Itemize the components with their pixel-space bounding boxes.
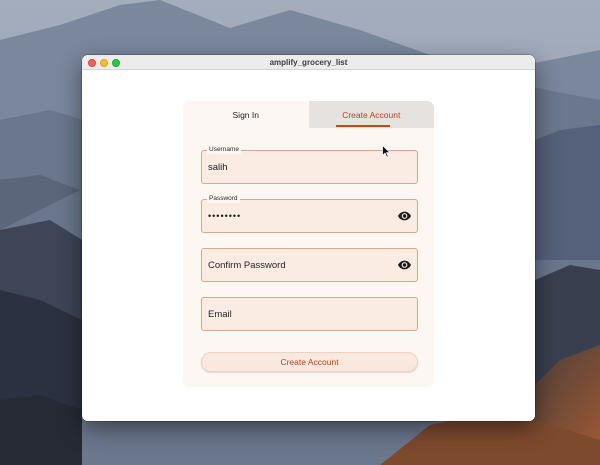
authenticator-card: Sign In Create Account Username salih Pa…	[183, 101, 434, 387]
eye-icon[interactable]	[398, 259, 411, 272]
app-content: Sign In Create Account Username salih Pa…	[82, 70, 535, 421]
email-placeholder: Email	[208, 308, 232, 320]
confirm-password-field[interactable]: Confirm Password	[201, 248, 418, 282]
active-tab-indicator	[335, 125, 390, 127]
window-title: amplify_grocery_list	[269, 58, 348, 67]
tab-sign-in-label: Sign In	[232, 109, 259, 120]
eye-icon[interactable]	[398, 210, 411, 223]
password-value: ••••••••	[208, 211, 242, 221]
tab-create-account[interactable]: Create Account	[308, 101, 434, 128]
app-window: amplify_grocery_list Sign In Create Acco…	[82, 55, 535, 421]
tab-create-account-label: Create Account	[342, 109, 401, 120]
confirm-password-placeholder: Confirm Password	[208, 259, 286, 271]
create-account-button[interactable]: Create Account	[201, 352, 418, 372]
password-field[interactable]: Password ••••••••	[201, 195, 418, 233]
auth-tabs: Sign In Create Account	[183, 101, 434, 128]
username-value: salih	[208, 161, 228, 173]
username-label: Username	[207, 146, 241, 154]
email-field[interactable]: Email	[201, 297, 418, 331]
mouse-pointer-icon	[382, 143, 392, 162]
tab-sign-in[interactable]: Sign In	[183, 101, 309, 128]
password-label: Password	[207, 195, 240, 203]
title-bar: amplify_grocery_list	[82, 55, 535, 70]
